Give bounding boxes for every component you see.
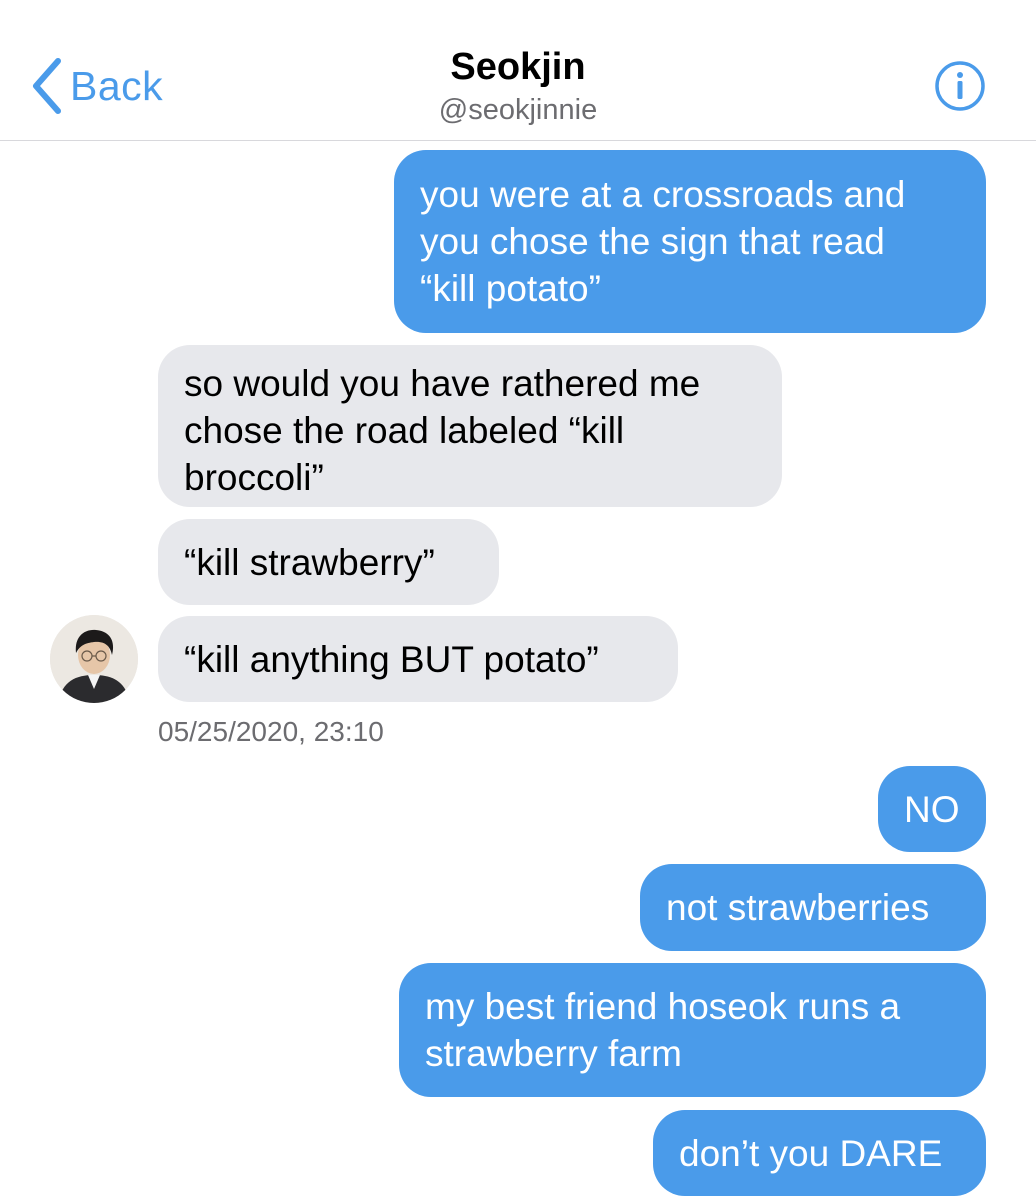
- contact-name: Seokjin: [450, 46, 586, 88]
- contact-photo: [50, 615, 138, 703]
- message-timestamp: 05/25/2020, 23:10: [158, 716, 384, 747]
- message-bubble-outgoing[interactable]: not strawberries: [640, 864, 986, 951]
- message-bubble-incoming[interactable]: “kill strawberry”: [158, 519, 499, 605]
- message-bubble-incoming[interactable]: so would you have rathered me chose the …: [158, 345, 782, 507]
- info-button[interactable]: [934, 60, 986, 112]
- message-bubble-outgoing[interactable]: my best friend hoseok runs a strawberry …: [399, 963, 986, 1097]
- conversation-header: Back Seokjin @seokjinnie: [0, 0, 1036, 141]
- avatar[interactable]: [50, 615, 138, 703]
- message-bubble-incoming[interactable]: “kill anything BUT potato”: [158, 616, 678, 702]
- message-bubble-outgoing[interactable]: NO: [878, 766, 986, 852]
- message-bubble-outgoing[interactable]: you were at a crossroads and you chose t…: [394, 150, 986, 333]
- contact-handle: @seokjinnie: [438, 94, 598, 126]
- info-icon: [935, 61, 985, 111]
- message-bubble-outgoing[interactable]: don’t you DARE: [653, 1110, 986, 1196]
